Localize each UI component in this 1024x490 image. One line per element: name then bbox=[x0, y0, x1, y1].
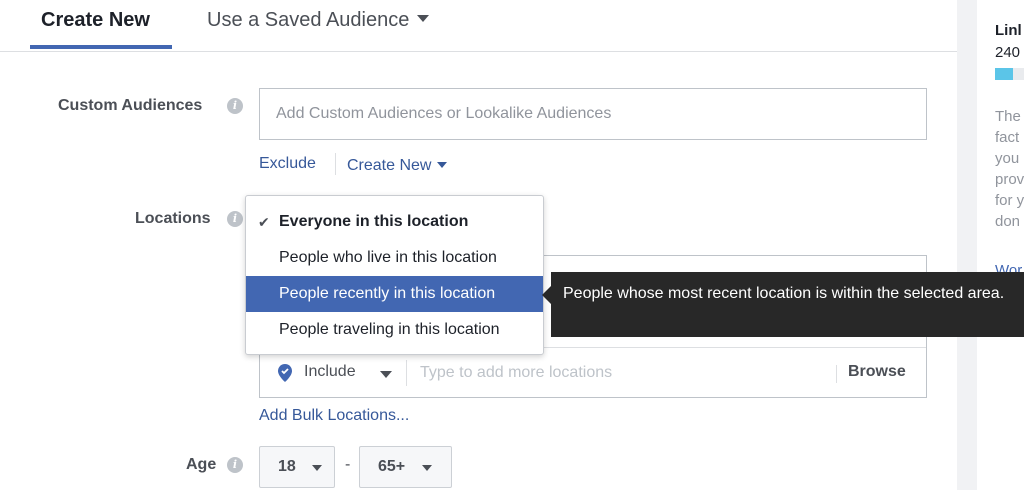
audience-meter bbox=[995, 68, 1024, 80]
menu-item-recently[interactable]: People recently in this location bbox=[246, 276, 543, 312]
audience-meter-fill bbox=[995, 68, 1013, 80]
divider bbox=[335, 153, 336, 175]
menu-item-label: Everyone in this location bbox=[279, 213, 469, 230]
location-type-menu: ✔ Everyone in this location People who l… bbox=[245, 195, 544, 355]
custom-audiences-field[interactable] bbox=[259, 88, 927, 140]
exclude-link[interactable]: Exclude bbox=[259, 155, 316, 173]
audience-tabs: Create New Use a Saved Audience bbox=[0, 0, 957, 52]
info-icon[interactable]: i bbox=[227, 457, 243, 473]
chevron-down-icon bbox=[437, 161, 448, 168]
menu-item-everyone[interactable]: ✔ Everyone in this location bbox=[246, 204, 543, 240]
menu-item-live[interactable]: People who live in this location bbox=[246, 240, 543, 276]
menu-item-label: People traveling in this location bbox=[279, 321, 500, 338]
tooltip: People whose most recent location is wit… bbox=[542, 272, 1024, 337]
chevron-down-icon bbox=[417, 15, 430, 23]
tab-use-saved-label: Use a Saved Audience bbox=[207, 9, 410, 31]
divider bbox=[406, 360, 407, 386]
info-icon[interactable]: i bbox=[227, 98, 243, 114]
include-dropdown[interactable]: Include bbox=[304, 363, 356, 381]
menu-item-traveling[interactable]: People traveling in this location bbox=[246, 312, 543, 348]
tab-use-saved-audience[interactable]: Use a Saved Audience bbox=[207, 6, 430, 46]
custom-audiences-input[interactable] bbox=[260, 89, 926, 139]
tooltip-text: People whose most recent location is wit… bbox=[563, 285, 1005, 302]
tab-create-new[interactable]: Create New bbox=[41, 6, 150, 46]
menu-item-label: People who live in this location bbox=[279, 249, 497, 266]
create-new-dropdown[interactable]: Create New bbox=[347, 157, 448, 175]
card-number: 240 bbox=[995, 44, 1021, 61]
audience-size-card: Linl 240 The fact you prov for y don Wor bbox=[977, 0, 1024, 490]
location-search-input[interactable] bbox=[420, 358, 830, 388]
age-min-value: 18 bbox=[278, 458, 296, 475]
custom-audiences-label: Custom Audiences bbox=[58, 97, 203, 114]
location-pin-icon bbox=[278, 364, 292, 382]
active-tab-indicator bbox=[30, 45, 172, 49]
card-title: Linl bbox=[995, 22, 1022, 39]
chevron-down-icon bbox=[312, 465, 322, 471]
checkmark-icon: ✔ bbox=[258, 214, 270, 230]
locations-label: Locations bbox=[135, 210, 211, 227]
age-min-select[interactable]: 18 bbox=[259, 446, 335, 488]
card-description: The fact you prov for y don bbox=[995, 108, 1024, 230]
age-label: Age bbox=[186, 456, 217, 473]
age-max-value: 65+ bbox=[378, 458, 406, 475]
divider bbox=[836, 365, 837, 383]
tooltip-arrow bbox=[542, 286, 551, 304]
browse-button[interactable]: Browse bbox=[848, 363, 906, 381]
create-new-label: Create New bbox=[347, 157, 432, 174]
menu-item-label: People recently in this location bbox=[279, 285, 496, 302]
age-range-dash: - bbox=[345, 456, 351, 473]
chevron-down-icon[interactable] bbox=[380, 371, 392, 378]
info-icon[interactable]: i bbox=[227, 211, 243, 227]
add-bulk-locations-link[interactable]: Add Bulk Locations... bbox=[259, 407, 409, 425]
age-max-select[interactable]: 65+ bbox=[359, 446, 452, 488]
chevron-down-icon bbox=[422, 465, 432, 471]
